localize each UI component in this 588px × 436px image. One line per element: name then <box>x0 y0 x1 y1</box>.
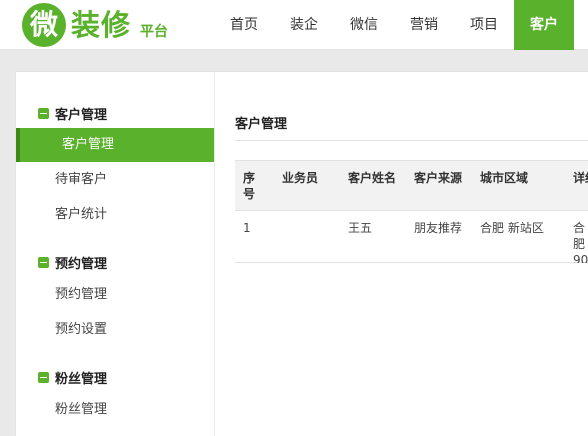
column-header-address: 详细地址 <box>573 171 588 185</box>
column-header-city-area: 城市区域 <box>480 171 529 185</box>
sidebar-item-customer-stats[interactable]: 客户统计 <box>16 198 214 232</box>
column-header-index: 序号 <box>243 171 256 201</box>
table-row[interactable]: 1 王五 朋友推荐 合肥 新站区 合肥904 <box>235 211 588 263</box>
content-panel: 客户管理 客户管理 待审客户 客户统计 预约管理 预约管理 预约设置 粉丝管理 … <box>15 71 588 436</box>
logo-mark: 微 <box>22 3 66 47</box>
column-header-customer-name: 客户姓名 <box>348 171 397 185</box>
nav-item-customers[interactable]: 客户 <box>514 0 574 50</box>
nav-item-home[interactable]: 首页 <box>214 0 274 50</box>
column-header-salesperson: 业务员 <box>282 171 319 185</box>
sidebar-item-pending-customers[interactable]: 待审客户 <box>16 163 214 197</box>
sidebar-group-label: 客户管理 <box>55 107 108 123</box>
nav-item-company[interactable]: 装企 <box>274 0 334 50</box>
cell-address: 合肥904 <box>573 221 588 263</box>
collapse-icon <box>38 107 49 119</box>
column-header-source: 客户来源 <box>414 171 463 185</box>
sidebar-group-label: 预约管理 <box>55 256 108 272</box>
sidebar-item-fans-management[interactable]: 粉丝管理 <box>16 393 214 427</box>
main-nav: 首页 装企 微信 营销 项目 客户 <box>214 0 574 50</box>
sidebar-group-customer[interactable]: 客户管理 <box>38 103 107 123</box>
sidebar-group-appointment[interactable]: 预约管理 <box>38 252 107 272</box>
cell-customer-name: 王五 <box>348 221 373 235</box>
sidebar-item-appointment-management[interactable]: 预约管理 <box>16 278 214 312</box>
sidebar-group-fans[interactable]: 粉丝管理 <box>38 367 107 387</box>
cell-city-area: 合肥 新站区 <box>480 221 544 235</box>
nav-item-marketing[interactable]: 营销 <box>394 0 454 50</box>
nav-item-projects[interactable]: 项目 <box>454 0 514 50</box>
sidebar-item-appointment-settings[interactable]: 预约设置 <box>16 313 214 347</box>
cell-source: 朋友推荐 <box>414 221 463 235</box>
logo-sub: 平台 <box>140 24 168 40</box>
cell-index: 1 <box>243 221 251 235</box>
table-header: 序号 业务员 客户姓名 客户来源 城市区域 详细地址 <box>235 160 588 211</box>
page-title: 客户管理 <box>235 117 288 132</box>
sidebar: 客户管理 客户管理 待审客户 客户统计 预约管理 预约管理 预约设置 粉丝管理 … <box>16 72 215 436</box>
title-divider <box>235 140 588 141</box>
nav-item-wechat[interactable]: 微信 <box>334 0 394 50</box>
customer-table: 序号 业务员 客户姓名 客户来源 城市区域 详细地址 1 王五 朋友推荐 合肥 … <box>235 160 588 263</box>
top-header: 微 装修 平台 首页 装企 微信 营销 项目 客户 <box>0 0 588 50</box>
logo-name: 装修 <box>71 8 132 42</box>
sidebar-group-label: 粉丝管理 <box>55 371 108 387</box>
collapse-icon <box>38 371 49 383</box>
collapse-icon <box>38 256 49 268</box>
sidebar-item-customer-management[interactable]: 客户管理 <box>16 128 214 162</box>
